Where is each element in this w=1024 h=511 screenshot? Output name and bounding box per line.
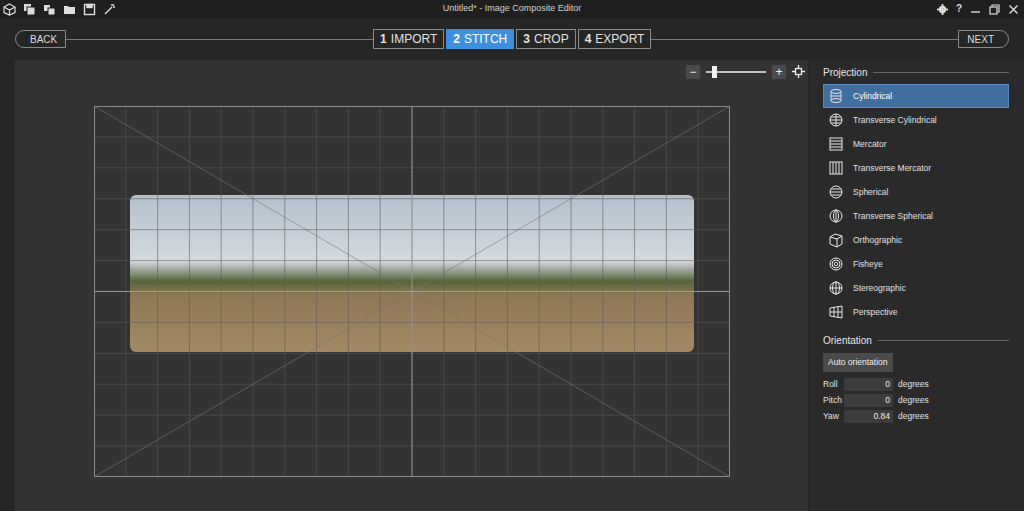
projection-icon xyxy=(828,184,844,200)
projection-list: Cylindrical Transverse Cylindrical Mercato… xyxy=(823,84,1009,324)
projection-label: Transverse Cylindrical xyxy=(853,114,937,127)
open-folder-icon[interactable] xyxy=(63,3,76,16)
projection-icon xyxy=(828,232,844,248)
side-panel: Projection Cylindrical Transverse Cylindr… xyxy=(810,60,1024,511)
next-button[interactable]: NEXT xyxy=(958,30,1009,48)
zoom-in-button[interactable]: + xyxy=(772,65,786,79)
step-label: EXPORT xyxy=(595,30,644,48)
unit-label: degrees xyxy=(898,394,929,407)
projection-label: Mercator xyxy=(853,138,887,151)
step-tab[interactable]: 1IMPORT xyxy=(373,29,444,49)
field-label: Roll xyxy=(823,378,844,391)
new-project-icon[interactable] xyxy=(3,3,16,16)
projection-item[interactable]: Transverse Cylindrical xyxy=(823,108,1009,132)
orientation-row: Yaw0.84 degrees xyxy=(823,409,1009,425)
projection-header: Projection xyxy=(823,65,867,80)
step-tab[interactable]: 3CROP xyxy=(516,29,575,49)
step-number: 1 xyxy=(380,30,387,48)
projection-icon xyxy=(828,208,844,224)
step-tab[interactable]: 4EXPORT xyxy=(578,29,652,49)
window-title: Untitled* - Image Composite Editor xyxy=(342,2,681,16)
step-label: IMPORT xyxy=(391,30,437,48)
projection-label: Transverse Mercator xyxy=(853,162,931,175)
projection-icon xyxy=(828,280,844,296)
projection-label: Perspective xyxy=(853,306,897,319)
step-label: STITCH xyxy=(464,30,507,48)
title-bar: Untitled* - Image Composite Editor ? xyxy=(0,0,1024,18)
projection-icon xyxy=(828,136,844,152)
orientation-row: Pitch0 degrees xyxy=(823,393,1009,409)
zoom-thumb[interactable] xyxy=(712,66,717,78)
help-button[interactable]: ? xyxy=(956,4,962,14)
projection-icon xyxy=(828,256,844,272)
projection-icon xyxy=(828,112,844,128)
projection-grid xyxy=(94,106,730,477)
projection-label: Stereographic xyxy=(853,282,906,295)
projection-item[interactable]: Spherical xyxy=(823,180,1009,204)
fit-to-window-icon[interactable] xyxy=(792,65,805,78)
degree-input[interactable]: 0 xyxy=(844,378,893,391)
back-button[interactable]: BACK xyxy=(15,30,66,48)
auto-orientation-button[interactable]: Auto orientation xyxy=(823,353,893,372)
new-video-icon[interactable] xyxy=(43,3,56,16)
projection-label: Spherical xyxy=(853,186,888,199)
save-icon[interactable] xyxy=(83,3,96,16)
unit-label: degrees xyxy=(898,410,929,423)
projection-item[interactable]: Transverse Spherical xyxy=(823,204,1009,228)
projection-icon xyxy=(828,160,844,176)
zoom-controls: − + xyxy=(15,60,808,82)
orientation-row: Roll0 degrees xyxy=(823,377,1009,393)
projection-item[interactable]: Stereographic xyxy=(823,276,1009,300)
step-bar: BACK 1IMPORT2STITCH3CROP4EXPORT NEXT xyxy=(0,18,1024,60)
field-label: Yaw xyxy=(823,410,844,423)
projection-label: Transverse Spherical xyxy=(853,210,933,223)
projection-item[interactable]: Perspective xyxy=(823,300,1009,324)
step-number: 3 xyxy=(523,30,530,48)
minimize-icon[interactable] xyxy=(970,4,981,15)
degree-input[interactable]: 0 xyxy=(844,394,893,407)
stitch-canvas[interactable]: − + xyxy=(15,60,808,511)
step-number: 4 xyxy=(585,30,592,48)
projection-label: Fisheye xyxy=(853,258,883,271)
new-panorama-icon[interactable] xyxy=(23,3,36,16)
projection-icon xyxy=(828,88,844,104)
step-tab[interactable]: 2STITCH xyxy=(446,29,514,49)
projection-item[interactable]: Cylindrical xyxy=(823,84,1009,108)
projection-item[interactable]: Orthographic xyxy=(823,228,1009,252)
projection-item[interactable]: Transverse Mercator xyxy=(823,156,1009,180)
zoom-slider[interactable] xyxy=(706,66,766,78)
zoom-out-button[interactable]: − xyxy=(686,65,700,79)
settings-gear-icon[interactable] xyxy=(937,4,948,15)
orientation-header: Orientation xyxy=(823,333,872,348)
close-icon[interactable] xyxy=(1008,4,1019,15)
projection-label: Orthographic xyxy=(853,234,902,247)
unit-label: degrees xyxy=(898,378,929,391)
projection-item[interactable]: Mercator xyxy=(823,132,1009,156)
projection-icon xyxy=(828,304,844,320)
projection-label: Cylindrical xyxy=(853,90,892,103)
field-label: Pitch xyxy=(823,394,844,407)
step-label: CROP xyxy=(534,30,569,48)
degree-input[interactable]: 0.84 xyxy=(844,410,893,423)
step-number: 2 xyxy=(453,30,460,48)
projection-item[interactable]: Fisheye xyxy=(823,252,1009,276)
magic-wand-icon[interactable] xyxy=(103,3,116,16)
restore-icon[interactable] xyxy=(989,4,1000,15)
